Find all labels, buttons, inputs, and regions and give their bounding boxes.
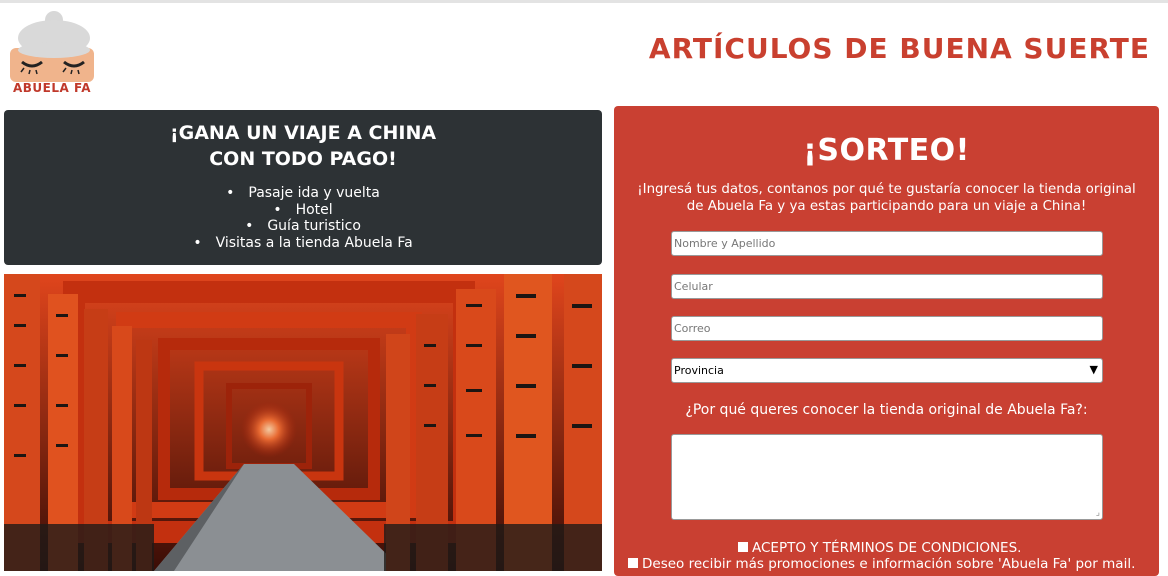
terms-row: ACEPTO Y TÉRMINOS DE CONDICIONES. [738,540,1021,556]
phone-input[interactable]: Celular [671,274,1103,299]
promo-heading-line1: ¡GANA UN VIAJE A CHINA [169,122,437,144]
prize-item: Guía turistico [4,218,602,235]
resize-grip-icon[interactable]: ⌟ [1096,508,1100,518]
email-placeholder: Correo [674,322,711,335]
terms-label: ACEPTO Y TÉRMINOS DE CONDICIONES. [752,540,1022,556]
raffle-form-panel: ¡SORTEO! ¡Ingresá tus datos, contanos po… [614,106,1159,576]
grandma-face-logo [10,11,94,82]
site-title: ARTÍCULOS DE BUENA SUERTE [648,32,1150,65]
reason-textarea[interactable]: ⌟ [671,434,1103,520]
email-input[interactable]: Correo [671,316,1103,341]
province-select[interactable]: Provincia ▼ [671,358,1103,383]
raffle-intro: ¡Ingresá tus datos, contanos por qué te … [637,182,1136,214]
phone-placeholder: Celular [674,280,713,293]
prize-item: Visitas a la tienda Abuela Fa [4,235,602,252]
name-input[interactable]: Nombre y Apellido [671,231,1103,256]
newsletter-label: Deseo recibir más promociones e informac… [642,556,1136,572]
raffle-title: ¡SORTEO! [803,133,970,168]
why-question-label: ¿Por qué queres conocer la tienda origin… [685,402,1088,418]
prize-list: Pasaje ida y vuelta Hotel Guía turistico… [4,185,602,251]
top-border [0,0,1168,3]
promo-panel: ¡GANA UN VIAJE A CHINA CON TODO PAGO! Pa… [4,110,602,265]
terms-checkbox[interactable] [738,542,748,552]
logo-text: ABUELA FA [12,81,92,95]
prize-item: Hotel [4,202,602,219]
newsletter-row: Deseo recibir más promociones e informac… [628,556,1135,572]
torii-gates-photo [4,274,602,571]
prize-item: Pasaje ida y vuelta [4,185,602,202]
province-selected: Provincia [674,364,724,377]
chevron-down-icon: ▼ [1089,363,1098,376]
abuela-fa-logo[interactable]: ABUELA FA [6,8,98,96]
promo-heading: ¡GANA UN VIAJE A CHINA CON TODO PAGO! [4,110,602,172]
name-placeholder: Nombre y Apellido [674,237,776,250]
promo-heading-line2: CON TODO PAGO! [209,148,397,170]
newsletter-checkbox[interactable] [628,558,638,568]
